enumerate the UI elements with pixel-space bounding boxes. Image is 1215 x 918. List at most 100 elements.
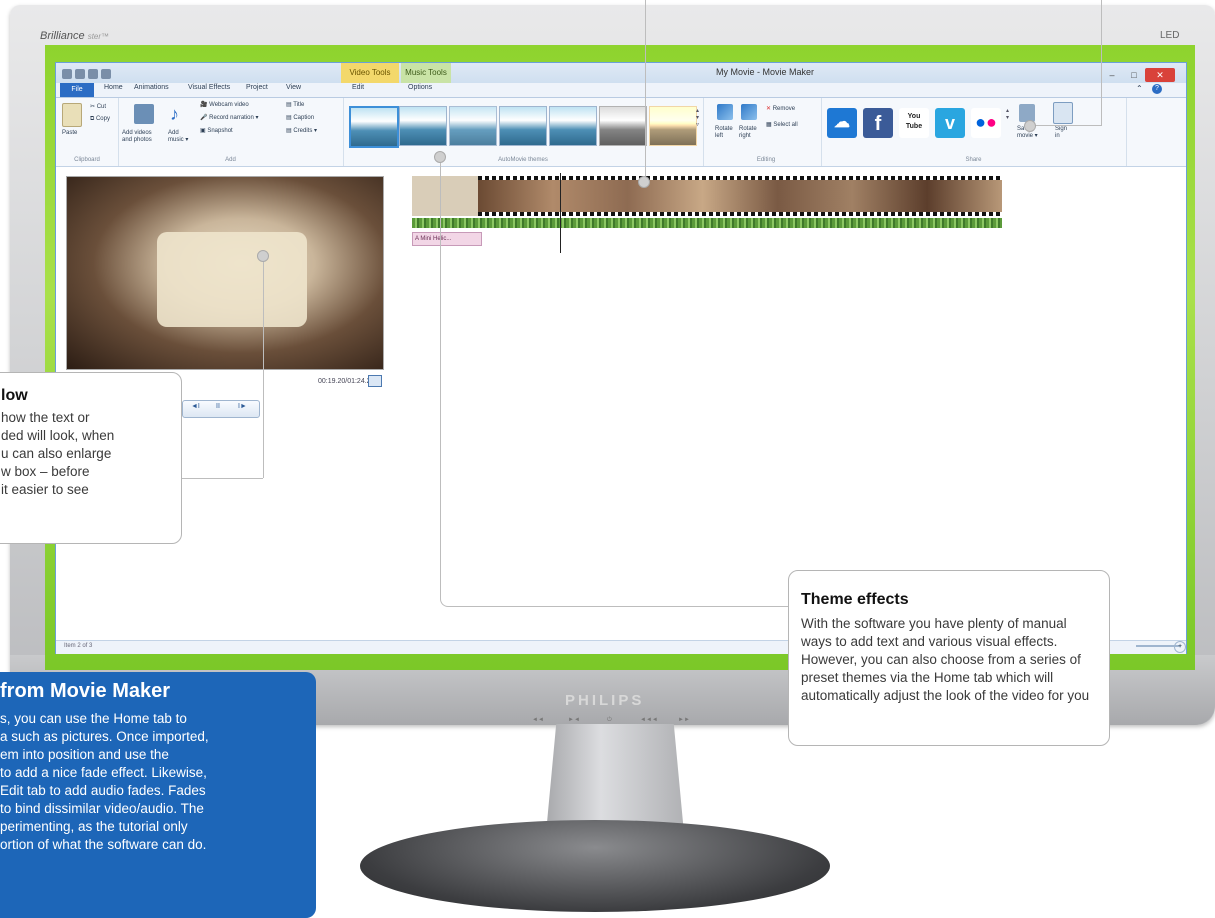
add-videos-icon[interactable] xyxy=(134,104,154,124)
context-tab-music-tools[interactable]: Music Tools xyxy=(401,63,451,83)
info-line: s, you can use the Home tab to xyxy=(0,711,187,726)
save-icon[interactable] xyxy=(75,69,85,79)
quick-access-toolbar xyxy=(62,66,142,79)
video-preview[interactable] xyxy=(66,176,384,370)
vimeo-icon[interactable]: v xyxy=(935,108,965,138)
previous-frame-button[interactable]: ◄I xyxy=(191,403,200,410)
info-line: to bind dissimilar video/audio. The xyxy=(0,801,204,816)
music-note-icon[interactable]: ♪ xyxy=(170,104,184,124)
connector-line xyxy=(180,478,263,479)
add-group: Add videos and photos ♪ Add music ▾ 🎥 We… xyxy=(118,98,344,166)
monitor-button[interactable]: ►◄ xyxy=(568,717,580,723)
tab-edit[interactable]: Edit xyxy=(352,84,364,91)
rotate-left-icon[interactable] xyxy=(717,104,733,120)
callout-line: w box – before xyxy=(1,464,90,479)
callout-line: it easier to see xyxy=(1,482,89,497)
add-music-button[interactable]: Add music ▾ xyxy=(168,130,188,144)
info-line: perimenting, as the tutorial only xyxy=(0,819,188,834)
share-gallery-scroll-icon[interactable]: ▴ ▾ xyxy=(1006,108,1009,122)
info-box-title: from Movie Maker xyxy=(0,680,171,702)
callout-line: u can also enlarge xyxy=(1,446,112,461)
tab-project[interactable]: Project xyxy=(246,84,268,91)
monitor-button[interactable]: ►► xyxy=(678,717,690,723)
playback-time: 00:19.20/01:24.25 xyxy=(318,378,375,385)
minimize-button[interactable]: – xyxy=(1101,70,1123,84)
callout-theme-effects: Theme effects With the software you have… xyxy=(788,570,1110,746)
tab-file[interactable]: File xyxy=(60,83,94,97)
caption-button[interactable]: ▤ Caption xyxy=(286,115,314,122)
ribbon-tabs: File Home Animations Visual Effects Proj… xyxy=(56,83,1186,98)
paste-icon[interactable] xyxy=(62,103,82,127)
title-bar: Video Tools Music Tools My Movie - Movie… xyxy=(56,63,1186,83)
minimize-ribbon-icon[interactable]: ⌃ xyxy=(1136,84,1143,93)
connector-line xyxy=(262,255,264,478)
cut-button[interactable]: ✂ Cut xyxy=(90,104,106,111)
theme-thumbnail[interactable] xyxy=(499,106,547,146)
sign-in-icon[interactable] xyxy=(1053,102,1073,124)
monitor-logo: PHILIPS xyxy=(565,692,645,709)
skydrive-cloud-icon[interactable]: ☁ xyxy=(827,108,857,138)
info-line: em into position and use the xyxy=(0,747,169,762)
tab-options[interactable]: Options xyxy=(408,84,432,91)
tab-view[interactable]: View xyxy=(286,84,301,91)
context-tab-video-tools[interactable]: Video Tools xyxy=(341,63,399,83)
rotate-right-button[interactable]: Rotate right xyxy=(739,126,757,140)
theme-thumbnail[interactable] xyxy=(649,106,697,146)
title-button[interactable]: ▤ Title xyxy=(286,102,304,109)
youtube-icon[interactable]: You Tube xyxy=(899,108,929,138)
info-line: a such as pictures. Once imported, xyxy=(0,729,209,744)
app-menu-icon[interactable] xyxy=(62,69,72,79)
snapshot-button[interactable]: ▣ Snapshot xyxy=(200,128,233,135)
close-button[interactable]: ✕ xyxy=(1145,68,1175,82)
monitor-power-button[interactable]: ⏻ xyxy=(607,717,612,724)
callout-line: ded will look, when xyxy=(1,428,115,443)
rotate-left-button[interactable]: Rotate left xyxy=(715,126,733,140)
tab-animations[interactable]: Animations xyxy=(134,84,169,91)
theme-thumbnail[interactable] xyxy=(599,106,647,146)
monitor-button[interactable]: ◄◄◄ xyxy=(640,717,658,723)
theme-thumbnail[interactable] xyxy=(349,106,399,148)
zoom-in-button[interactable]: + xyxy=(1174,641,1186,653)
pause-button[interactable]: II xyxy=(216,403,220,410)
webcam-video-button[interactable]: 🎥 Webcam video xyxy=(200,102,249,109)
copy-button[interactable]: ⧉ Copy xyxy=(90,116,110,123)
callout-theme-body: With the software you have plenty of man… xyxy=(801,616,1090,703)
gallery-scroll-icon[interactable]: ▴ ▾ ▿ xyxy=(696,108,699,129)
clipboard-group-label: Clipboard xyxy=(74,157,100,163)
monitor-button[interactable]: ◄◄ xyxy=(532,717,544,723)
tab-visual-effects[interactable]: Visual Effects xyxy=(188,84,230,91)
connector-line xyxy=(1101,0,1102,125)
next-frame-button[interactable]: I► xyxy=(238,403,247,410)
paste-button[interactable]: Paste xyxy=(62,130,77,137)
save-movie-icon[interactable] xyxy=(1019,104,1035,122)
info-box-body: s, you can use the Home tab to a such as… xyxy=(0,710,209,854)
fullscreen-icon[interactable] xyxy=(368,375,382,387)
monitor-brand-top: Brilliance ster™ xyxy=(40,30,110,42)
theme-thumbnail[interactable] xyxy=(449,106,497,146)
monitor-stand-base xyxy=(360,820,830,912)
monitor-led-label: LED xyxy=(1160,30,1180,41)
remove-button[interactable]: ✕ Remove xyxy=(766,106,795,113)
flickr-icon[interactable]: ●● xyxy=(971,108,1001,138)
share-group-label: Share xyxy=(965,157,982,163)
record-narration-button[interactable]: 🎤 Record narration ▾ xyxy=(200,115,259,122)
help-icon[interactable]: ? xyxy=(1152,84,1162,94)
select-all-button[interactable]: ▦ Select all xyxy=(766,122,798,129)
callout-theme-title: Theme effects xyxy=(801,591,909,608)
info-line: ortion of what the software can do. xyxy=(0,837,207,852)
window-controls: – □ ✕ xyxy=(1101,65,1181,84)
undo-icon[interactable] xyxy=(88,69,98,79)
theme-thumbnail[interactable] xyxy=(549,106,597,146)
credits-button[interactable]: ▤ Credits ▾ xyxy=(286,128,317,135)
tab-home[interactable]: Home xyxy=(104,84,123,91)
info-box-movie-maker: from Movie Maker s, you can use the Home… xyxy=(0,672,316,918)
connector-line xyxy=(1030,125,1102,126)
maximize-button[interactable]: □ xyxy=(1123,70,1145,84)
callout-preview-body: how the text or ded will look, when u ca… xyxy=(1,409,114,499)
rotate-right-icon[interactable] xyxy=(741,104,757,120)
sign-in-button[interactable]: Sign in xyxy=(1055,126,1067,140)
redo-icon[interactable] xyxy=(101,69,111,79)
theme-thumbnail[interactable] xyxy=(399,106,447,146)
add-videos-button[interactable]: Add videos and photos xyxy=(122,130,152,144)
facebook-icon[interactable]: f xyxy=(863,108,893,138)
